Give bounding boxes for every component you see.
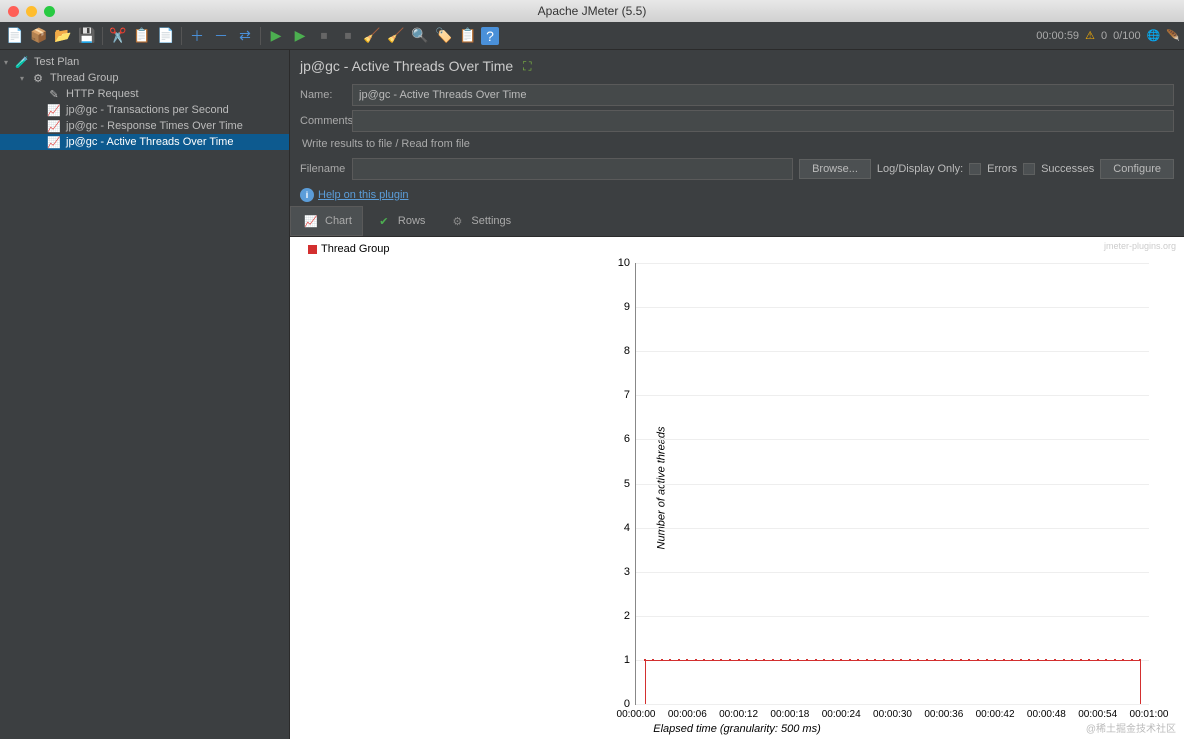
errors-checkbox[interactable] [969, 163, 981, 175]
tab-settings[interactable]: ⚙ Settings [436, 206, 522, 236]
gear-icon: ⚙ [447, 211, 467, 231]
window-title: Apache JMeter (5.5) [538, 4, 647, 18]
panel-title: jp@gc - Active Threads Over Time [300, 58, 513, 74]
window-controls [8, 6, 55, 17]
globe-icon[interactable]: 🌐 [1147, 29, 1161, 42]
x-axis-label: Elapsed time (granularity: 500 ms) [653, 723, 821, 735]
browse-button[interactable]: Browse... [799, 159, 871, 179]
help-icon[interactable]: ? [481, 27, 499, 45]
main-toolbar: 📄 📦 📂 💾 ✂️ 📋 📄 ＋ － ⇄ ▶ ▶ ⏹ ⏹ 🧹 🧹 🔍 🏷️ 📋 … [0, 22, 1184, 50]
plus-icon[interactable]: ＋ [186, 25, 208, 47]
filename-label: Filename [300, 163, 346, 175]
name-input[interactable] [352, 84, 1174, 106]
chart-legend: Thread Group [308, 243, 389, 255]
logdisplay-label: Log/Display Only: [877, 163, 963, 175]
toggle-icon[interactable]: ⇄ [234, 25, 256, 47]
thread-count: 0/100 [1113, 30, 1141, 42]
chart-tabs: 📈 Chart ✔ Rows ⚙ Settings [290, 206, 1184, 237]
content-panel: jp@gc - Active Threads Over Time ⛶ Name:… [290, 50, 1184, 739]
tree-item-1[interactable]: ▾⚙Thread Group [0, 70, 289, 86]
save-icon[interactable]: 💾 [76, 25, 98, 47]
watermark: jmeter-plugins.org [1104, 241, 1176, 251]
configure-button[interactable]: Configure [1100, 159, 1174, 179]
stop-icon[interactable]: ⏹ [313, 25, 335, 47]
warning-count: 0 [1101, 30, 1107, 42]
name-label: Name: [300, 89, 346, 101]
copy-icon[interactable]: 📋 [131, 25, 153, 47]
new-icon[interactable]: 📄 [4, 25, 26, 47]
watermark2: @稀土掘金技术社区 [1086, 720, 1176, 735]
chart-icon: 📈 [301, 211, 321, 231]
cut-icon[interactable]: ✂️ [107, 25, 129, 47]
tree-item-2[interactable]: ✎HTTP Request [0, 86, 289, 102]
shutdown-icon[interactable]: ⏹ [337, 25, 359, 47]
comments-input[interactable] [352, 110, 1174, 132]
warning-icon[interactable]: ⚠ [1085, 29, 1095, 42]
tree-item-5[interactable]: 📈jp@gc - Active Threads Over Time [0, 134, 289, 150]
help-link[interactable]: Help on this plugin [318, 189, 409, 201]
errors-label: Errors [987, 163, 1017, 175]
start-no-timers-icon[interactable]: ▶ [289, 25, 311, 47]
search-icon[interactable]: 🔍 [409, 25, 431, 47]
test-plan-tree[interactable]: ▾🧪Test Plan▾⚙Thread Group✎HTTP Request📈j… [0, 50, 290, 739]
check-icon: ✔ [374, 211, 394, 231]
chart-area: Thread Group jmeter-plugins.org Number o… [290, 237, 1184, 739]
elapsed-time: 00:00:59 [1036, 30, 1079, 42]
expand-icon[interactable]: ⛶ [523, 59, 531, 74]
tree-item-4[interactable]: 📈jp@gc - Response Times Over Time [0, 118, 289, 134]
feather-icon[interactable]: 🪶 [1166, 29, 1180, 42]
minimize-window-button[interactable] [26, 6, 37, 17]
chart-plot: 01234567891000:00:0000:00:0600:00:1200:0… [635, 263, 1149, 705]
filename-input[interactable] [352, 158, 793, 180]
tree-item-0[interactable]: ▾🧪Test Plan [0, 54, 289, 70]
reset-search-icon[interactable]: 🏷️ [433, 25, 455, 47]
successes-label: Successes [1041, 163, 1094, 175]
tab-chart[interactable]: 📈 Chart [290, 206, 363, 236]
clear-all-icon[interactable]: 🧹 [385, 25, 407, 47]
tree-item-3[interactable]: 📈jp@gc - Transactions per Second [0, 102, 289, 118]
successes-checkbox[interactable] [1023, 163, 1035, 175]
open-icon[interactable]: 📂 [52, 25, 74, 47]
paste-icon[interactable]: 📄 [155, 25, 177, 47]
minus-icon[interactable]: － [210, 25, 232, 47]
titlebar: Apache JMeter (5.5) [0, 0, 1184, 22]
start-icon[interactable]: ▶ [265, 25, 287, 47]
file-section-label: Write results to file / Read from file [290, 134, 1184, 154]
maximize-window-button[interactable] [44, 6, 55, 17]
tab-rows[interactable]: ✔ Rows [363, 206, 437, 236]
comments-label: Comments: [300, 115, 346, 127]
info-icon: i [300, 188, 314, 202]
close-window-button[interactable] [8, 6, 19, 17]
function-helper-icon[interactable]: 📋 [457, 25, 479, 47]
templates-icon[interactable]: 📦 [28, 25, 50, 47]
clear-icon[interactable]: 🧹 [361, 25, 383, 47]
